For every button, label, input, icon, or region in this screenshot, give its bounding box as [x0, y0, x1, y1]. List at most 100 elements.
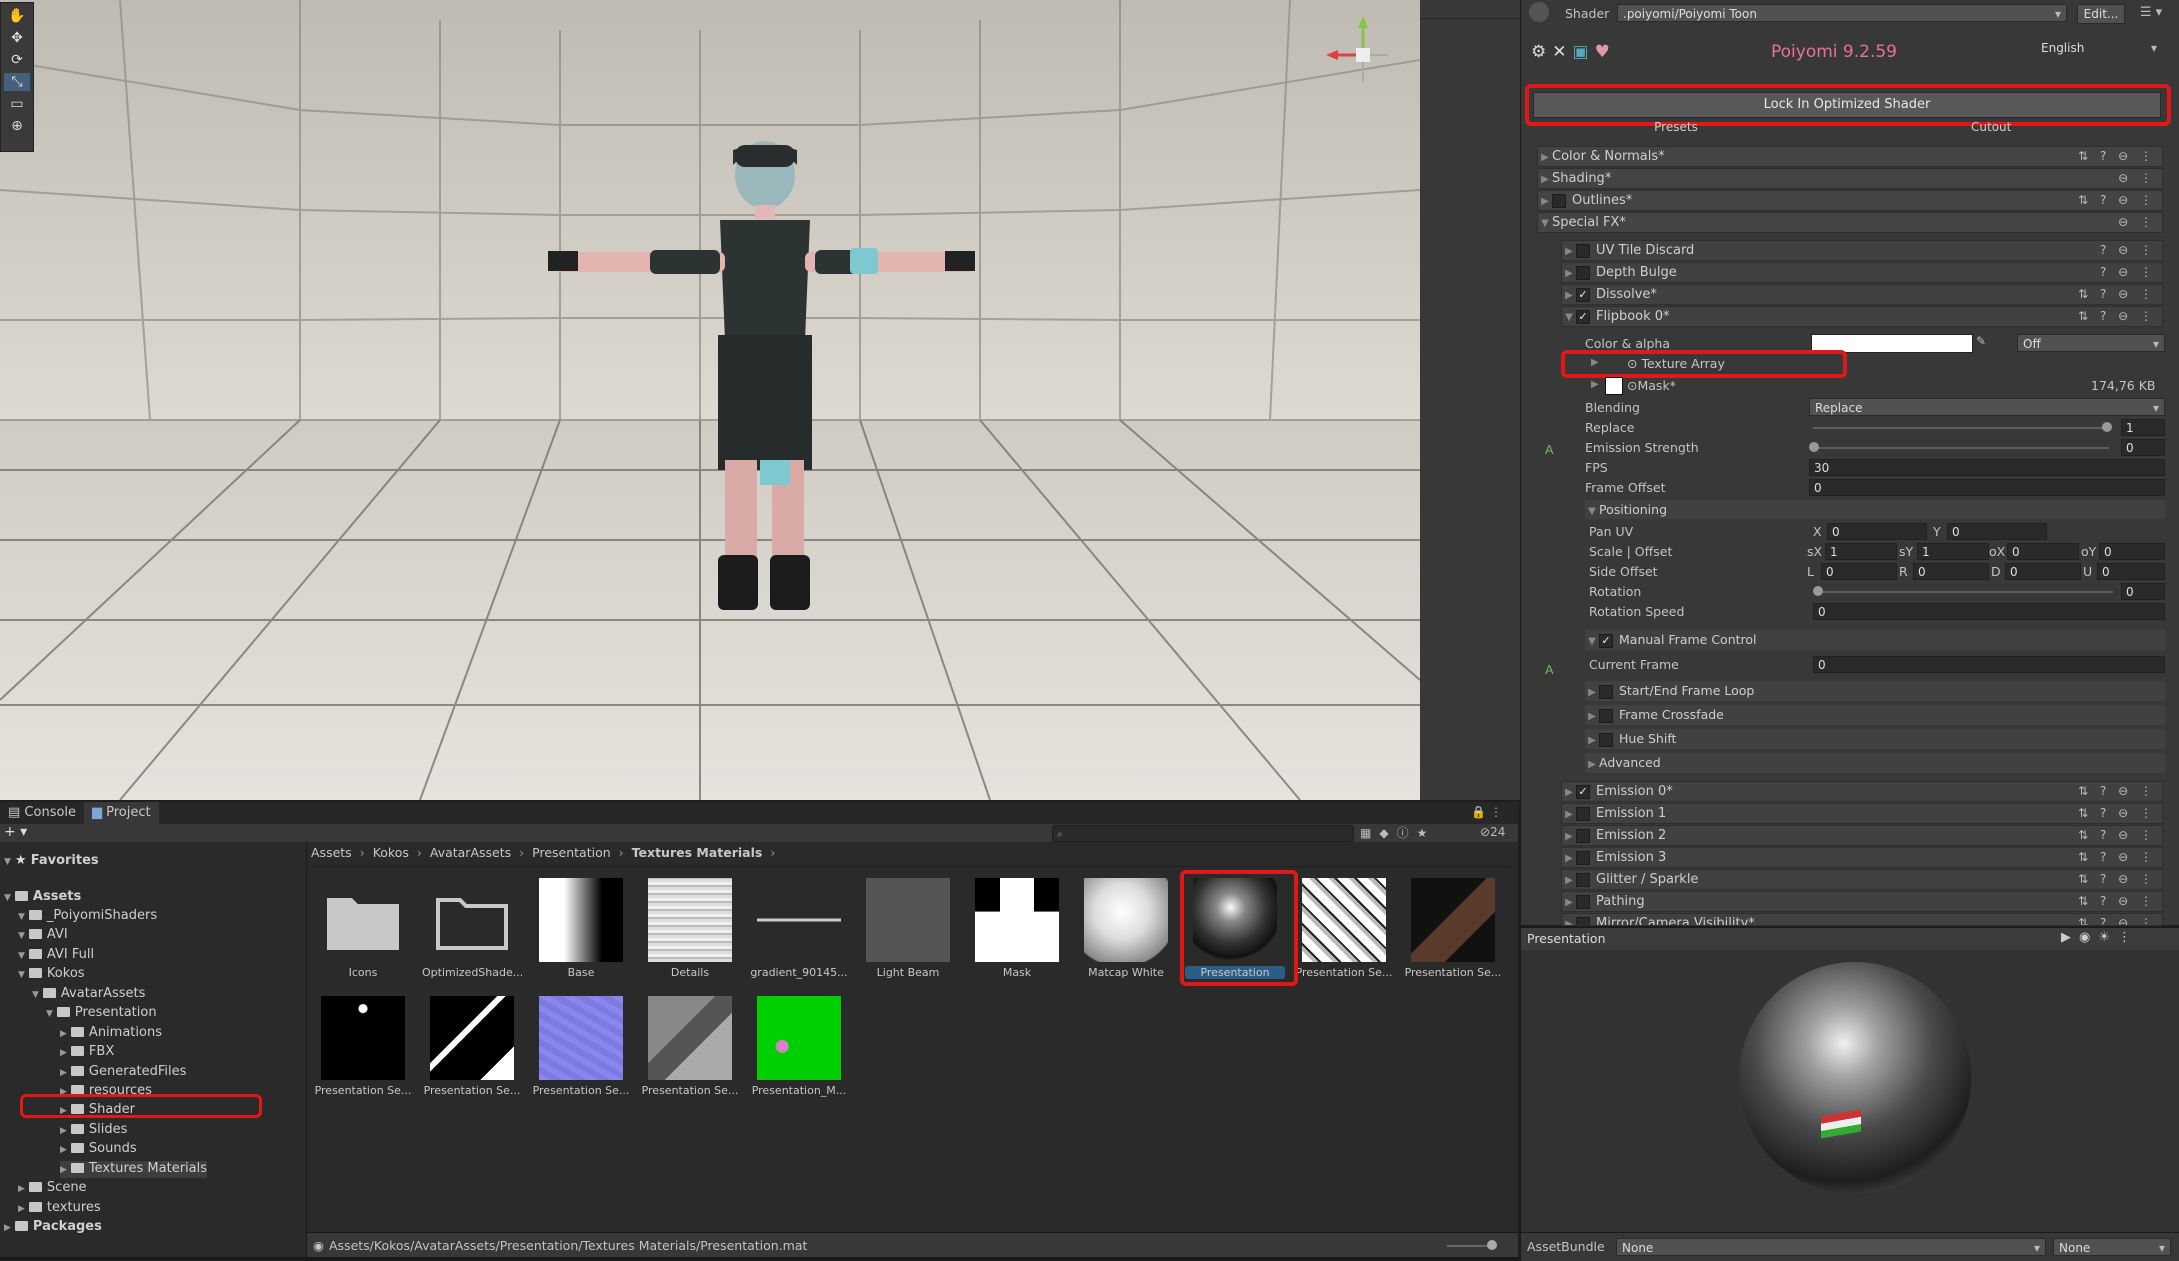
mask-slot[interactable]: ⊙Mask* [1627, 378, 1676, 393]
emission-field[interactable]: 0 [2121, 439, 2165, 456]
expand-arrow-icon[interactable]: ▼ [4, 893, 11, 903]
assetbundle-dropdown[interactable]: None [1616, 1238, 2046, 1257]
checkbox[interactable] [1576, 828, 1590, 843]
advanced-foldout[interactable]: ▶ Advanced [1585, 753, 2165, 773]
section-outlines[interactable]: ▶ Outlines* ⇅ ? ⊖ ⋮ [1537, 190, 2163, 211]
tree-item[interactable]: ▼ AVI [18, 927, 68, 944]
fx-icons[interactable]: ⇅ ? ⊖ ⋮ [2078, 914, 2156, 925]
expand-arrow-icon[interactable]: ▼ [32, 990, 39, 1000]
replace-slider-track[interactable] [1813, 427, 2109, 429]
fx-pathing[interactable]: ▶ Pathing ⇅ ? ⊖ ⋮ [1561, 891, 2163, 912]
tree-item[interactable]: ▶ Scene [18, 1180, 87, 1197]
manual-frame-checkbox[interactable]: ✓ [1599, 633, 1613, 648]
replace-slider-knob[interactable] [2102, 422, 2112, 432]
orientation-gizmo[interactable] [1318, 10, 1408, 100]
replace-field[interactable]: 1 [2121, 419, 2165, 436]
expand-arrow-icon[interactable]: ▶ [18, 1204, 25, 1214]
asset-item[interactable]: Mask [967, 878, 1067, 979]
tree-item[interactable]: ▼ ★ Favorites [4, 853, 99, 870]
asset-item[interactable]: Matcap White [1076, 878, 1176, 979]
fx-uv-tile-discard[interactable]: ▶ UV Tile Discard? ⊖ ⋮ [1561, 240, 2163, 261]
menu-icon[interactable]: ☰ ▾ [2131, 4, 2171, 22]
tree-item[interactable]: ▼ Assets [4, 889, 81, 906]
eyedropper-icon[interactable]: ✎ [1976, 334, 1986, 348]
fx-flipbook[interactable]: ▼ ✓ Flipbook 0* ⇅ ? ⊖ ⋮ [1561, 306, 2163, 327]
start-end-frame-loop-foldout[interactable]: ▶ Start/End Frame Loop [1585, 681, 2165, 701]
language-dropdown[interactable]: English [2035, 38, 2163, 57]
tab-console[interactable]: ▤ Console [0, 802, 84, 824]
scale-x-field[interactable]: 1 [1825, 543, 1897, 560]
fx-depth-bulge[interactable]: ▶ Depth Bulge? ⊖ ⋮ [1561, 262, 2163, 283]
fx-glitter-sparkle[interactable]: ▶ Glitter / Sparkle ⇅ ? ⊖ ⋮ [1561, 869, 2163, 890]
expand-arrow-icon[interactable]: ▶ [60, 1145, 67, 1155]
asset-item[interactable]: Base [531, 878, 631, 979]
expand-arrow-icon[interactable]: ▼ [46, 1009, 53, 1019]
asset-item[interactable]: Presentation Se... [640, 996, 740, 1097]
asset-item[interactable]: OptimizedShade... [422, 878, 522, 979]
tree-item[interactable]: ▼ _PoiyomiShaders [18, 908, 157, 925]
checkbox[interactable] [1576, 243, 1590, 258]
checkbox-checked[interactable]: ✓ [1576, 784, 1590, 799]
positioning-foldout[interactable]: ▼ Positioning [1585, 500, 2165, 519]
project-filters[interactable]: ▦◆ⓘ★ [1360, 824, 1435, 841]
rotate-tool-icon[interactable]: ⟳ [4, 51, 30, 69]
outlines-checkbox[interactable] [1552, 193, 1566, 208]
fx-icons[interactable]: ⇅ ? ⊖ ⋮ [2078, 782, 2156, 801]
checkbox[interactable] [1599, 732, 1613, 747]
fx-mirror-camera-visibility[interactable]: ▶ Mirror/Camera Visibility* ⇅ ? ⊖ ⋮ [1561, 913, 2163, 926]
scale-y-field[interactable]: 1 [1917, 543, 1989, 560]
side-down-field[interactable]: 0 [2005, 563, 2081, 580]
info-icon[interactable]: ⓘ [1397, 826, 1417, 840]
fx-icons[interactable]: ⇅ ? ⊖ ⋮ [2078, 804, 2156, 823]
gear-icon[interactable]: ⚙ [1531, 42, 1552, 62]
tree-item[interactable]: ▶ Textures Materials [60, 1160, 208, 1178]
asset-item[interactable]: Presentation Se... [313, 996, 413, 1097]
fx-icons[interactable]: ⇅ ? ⊖ ⋮ [2078, 307, 2156, 326]
asset-item[interactable]: Presentation_M... [749, 996, 849, 1097]
expand-arrow-icon[interactable]: ▼ [18, 951, 25, 961]
checkbox[interactable] [1599, 708, 1613, 723]
tree-item[interactable]: ▼ AvatarAssets [32, 986, 145, 1003]
asset-item[interactable]: Presentation Se... [1294, 878, 1394, 979]
section-header-icons[interactable]: ⇅ ? ⊖ ⋮ [2078, 147, 2156, 166]
section-special-fx[interactable]: ▼ Special FX* ⊖ ⋮ [1537, 212, 2163, 233]
tree-item[interactable]: ▶ Slides [60, 1122, 127, 1139]
sphere-icon[interactable]: ◉ [2079, 930, 2098, 945]
checkbox[interactable] [1576, 265, 1590, 280]
expand-arrow-icon[interactable]: ▶ [18, 1184, 25, 1194]
edit-shader-button[interactable]: Edit... [2077, 4, 2125, 24]
side-up-field[interactable]: 0 [2097, 563, 2165, 580]
breadcrumb-item[interactable]: Textures Materials [632, 845, 763, 860]
fx-emission-3[interactable]: ▶ Emission 3 ⇅ ? ⊖ ⋮ [1561, 847, 2163, 868]
color-mode-dropdown[interactable]: Off [2017, 334, 2165, 353]
create-button[interactable]: + ▾ [4, 824, 27, 840]
fx-icons[interactable]: ⇅ ? ⊖ ⋮ [2078, 892, 2156, 911]
breadcrumb-item[interactable]: Kokos [373, 845, 409, 860]
fx-emission-1[interactable]: ▶ Emission 1 ⇅ ? ⊖ ⋮ [1561, 803, 2163, 824]
checkbox[interactable] [1576, 872, 1590, 887]
emission-slider-knob[interactable] [1809, 442, 1819, 452]
rotation-slider-knob[interactable] [1813, 586, 1823, 596]
frame-crossfade-foldout[interactable]: ▶ Frame Crossfade [1585, 705, 2165, 725]
manual-frame-control-foldout[interactable]: ▼ ✓ Manual Frame Control [1585, 630, 2165, 650]
checkbox[interactable] [1576, 916, 1590, 925]
breadcrumb-item[interactable]: AvatarAssets [430, 845, 511, 860]
expand-arrow-icon[interactable]: ▶ [60, 1165, 67, 1175]
fx-dissolve[interactable]: ▶ ✓ Dissolve* ⇅ ? ⊖ ⋮ [1561, 284, 2163, 305]
breadcrumb-item[interactable]: Presentation [532, 845, 611, 860]
transform-tool-icon[interactable]: ⊕ [4, 117, 30, 135]
tree-item[interactable]: ▶ textures [18, 1200, 101, 1217]
tree-item[interactable]: ▶ FBX [60, 1044, 114, 1061]
tree-item[interactable]: ▼ Presentation [46, 1005, 157, 1022]
tree-item[interactable]: ▶ Animations [60, 1025, 162, 1042]
lock-icon[interactable]: 🔒 ⋮ [1471, 805, 1502, 819]
fx-emission-2[interactable]: ▶ Emission 2 ⇅ ? ⊖ ⋮ [1561, 825, 2163, 846]
settings-icon[interactable]: ⋮ [2118, 930, 2139, 945]
shader-dropdown[interactable]: .poiyomi/Poiyomi Toon [1617, 4, 2067, 23]
fx-icons[interactable]: ⇅ ? ⊖ ⋮ [2078, 848, 2156, 867]
expand-arrow-icon[interactable]: ▶ [60, 1029, 67, 1039]
expand-arrow-icon[interactable]: ▼ [18, 970, 25, 980]
filter-label-icon[interactable]: ◆ [1379, 826, 1396, 840]
section-header-icons[interactable]: ⇅ ? ⊖ ⋮ [2078, 191, 2156, 210]
heart-icon[interactable]: ♥ [1595, 42, 1616, 62]
